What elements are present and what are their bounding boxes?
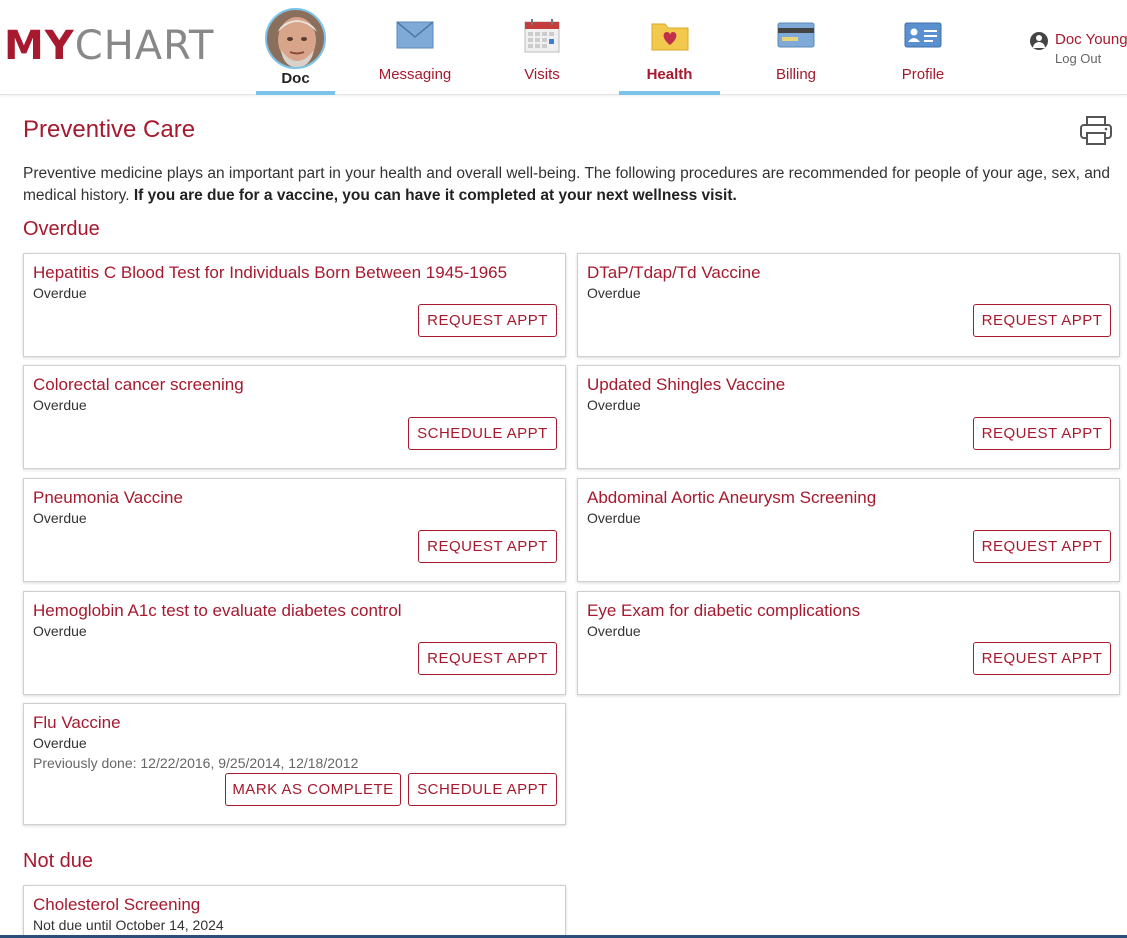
care-item-status: Overdue <box>587 623 641 639</box>
user-account-icon <box>1030 32 1048 50</box>
schedule-appt-button[interactable]: SCHEDULE APPT <box>408 417 557 450</box>
request-appt-button[interactable]: REQUEST APPT <box>973 642 1111 675</box>
care-item-status: Overdue <box>33 623 87 639</box>
nav-profile-label: Profile <box>901 66 945 83</box>
request-appt-button[interactable]: REQUEST APPT <box>418 530 557 563</box>
active-tab-underline <box>256 91 335 95</box>
logo-chart-text: CHART <box>74 23 215 69</box>
mychart-logo[interactable]: MYCHART <box>4 26 214 66</box>
care-item-status: Overdue <box>587 510 641 526</box>
care-card: Hepatitis C Blood Test for Individuals B… <box>23 253 566 357</box>
credit-card-icon <box>777 18 815 55</box>
patient-avatar-tab[interactable]: Doc <box>256 0 335 95</box>
care-card: Abdominal Aortic Aneurysm Screening Over… <box>577 478 1120 582</box>
care-item-title[interactable]: DTaP/Tdap/Td Vaccine <box>587 263 761 283</box>
request-appt-button[interactable]: REQUEST APPT <box>418 642 557 675</box>
nav-messaging-label: Messaging <box>378 66 452 83</box>
section-overdue-heading: Overdue <box>23 218 100 240</box>
id-card-icon <box>904 18 942 55</box>
user-name-link[interactable]: Doc Young <box>1055 31 1127 48</box>
request-appt-button[interactable]: REQUEST APPT <box>973 304 1111 337</box>
care-card: Cholesterol Screening Not due until Octo… <box>23 885 566 938</box>
care-card: Flu Vaccine Overdue Previously done: 12/… <box>23 703 566 825</box>
care-item-title[interactable]: Eye Exam for diabetic complications <box>587 601 860 621</box>
previously-done-text: Previously done: 12/22/2016, 9/25/2014, … <box>33 755 359 771</box>
care-card: Updated Shingles Vaccine Overdue REQUEST… <box>577 365 1120 469</box>
care-item-status: Overdue <box>587 285 641 301</box>
request-appt-button[interactable]: REQUEST APPT <box>418 304 557 337</box>
request-appt-button[interactable]: REQUEST APPT <box>973 530 1111 563</box>
section-not-due-heading: Not due <box>23 850 94 872</box>
care-item-status: Overdue <box>587 397 641 413</box>
care-card: Pneumonia Vaccine Overdue REQUEST APPT <box>23 478 566 582</box>
schedule-appt-button[interactable]: SCHEDULE APPT <box>408 773 557 806</box>
request-appt-button[interactable]: REQUEST APPT <box>973 417 1111 450</box>
mark-as-complete-button[interactable]: MARK AS COMPLETE <box>225 773 401 806</box>
top-header: MYCHART Doc Messaging Visits Health Bill… <box>0 0 1127 95</box>
intro-paragraph: Preventive medicine plays an important p… <box>23 163 1113 207</box>
care-item-status: Overdue <box>33 735 87 751</box>
care-item-status: Not due until October 14, 2024 <box>33 917 224 933</box>
nav-billing[interactable]: Billing <box>746 0 846 95</box>
care-item-title[interactable]: Flu Vaccine <box>33 713 121 733</box>
avatar <box>265 8 326 69</box>
care-item-title[interactable]: Abdominal Aortic Aneurysm Screening <box>587 488 876 508</box>
patient-name: Doc <box>281 70 310 87</box>
care-item-title[interactable]: Pneumonia Vaccine <box>33 488 183 508</box>
intro-bold-text: If you are due for a vaccine, you can ha… <box>133 187 737 204</box>
care-item-status: Overdue <box>33 397 87 413</box>
care-card: Colorectal cancer screening Overdue SCHE… <box>23 365 566 469</box>
nav-health[interactable]: Health <box>619 0 720 95</box>
care-item-title[interactable]: Hemoglobin A1c test to evaluate diabetes… <box>33 601 402 621</box>
nav-messaging[interactable]: Messaging <box>365 0 465 95</box>
nav-health-label: Health <box>646 66 693 83</box>
care-item-title[interactable]: Cholesterol Screening <box>33 895 200 915</box>
care-item-title[interactable]: Colorectal cancer screening <box>33 375 244 395</box>
care-card: DTaP/Tdap/Td Vaccine Overdue REQUEST APP… <box>577 253 1120 357</box>
envelope-icon <box>396 18 434 55</box>
care-item-status: Overdue <box>33 285 87 301</box>
nav-profile[interactable]: Profile <box>873 0 973 95</box>
care-card: Hemoglobin A1c test to evaluate diabetes… <box>23 591 566 695</box>
care-item-title[interactable]: Hepatitis C Blood Test for Individuals B… <box>33 263 507 283</box>
printer-icon[interactable] <box>1079 116 1113 146</box>
folder-heart-icon <box>651 18 689 57</box>
active-tab-underline <box>619 91 720 95</box>
care-item-title[interactable]: Updated Shingles Vaccine <box>587 375 785 395</box>
nav-visits[interactable]: Visits <box>492 0 592 95</box>
care-card: Eye Exam for diabetic complications Over… <box>577 591 1120 695</box>
calendar-icon <box>523 18 561 59</box>
logo-my-text: MY <box>4 23 75 69</box>
page-title: Preventive Care <box>23 116 196 143</box>
logout-link[interactable]: Log Out <box>1055 51 1101 66</box>
care-item-status: Overdue <box>33 510 87 526</box>
nav-visits-label: Visits <box>524 66 560 83</box>
nav-billing-label: Billing <box>775 66 817 83</box>
